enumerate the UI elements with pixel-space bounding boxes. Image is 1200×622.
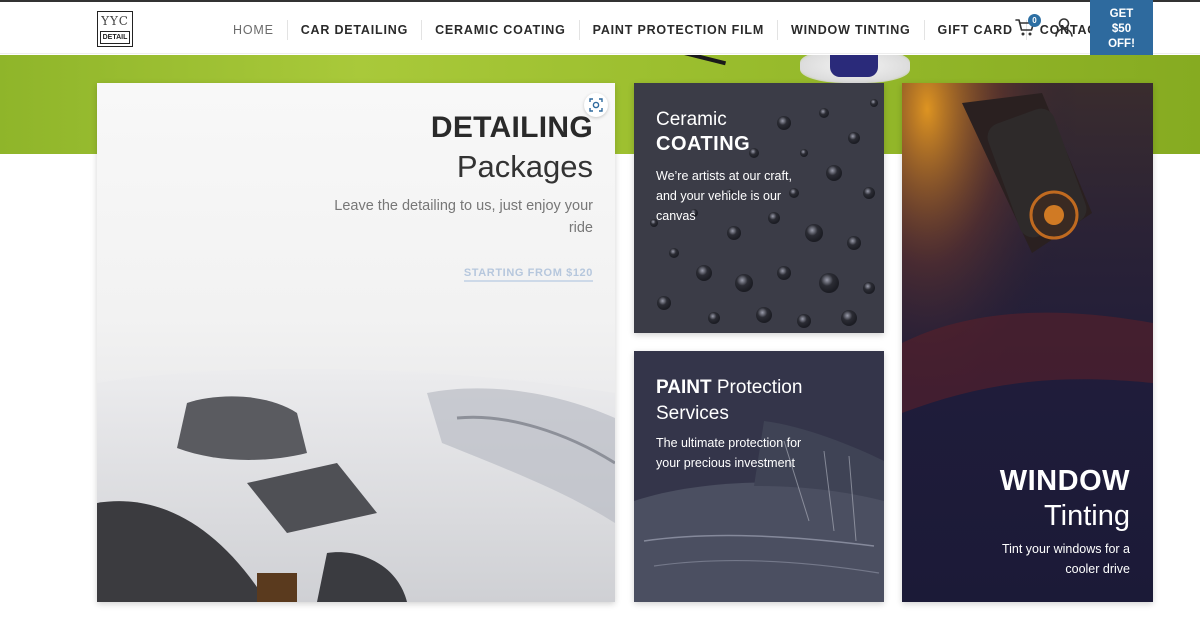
user-icon[interactable]: [1053, 16, 1075, 38]
ceramic-coating-card[interactable]: Ceramic COATING We’re artists at our cra…: [634, 83, 884, 333]
paint-title-line2: Services: [656, 403, 729, 424]
paint-title-light: Protection: [716, 377, 803, 398]
detailing-price-link[interactable]: STARTING FROM $120: [463, 267, 593, 282]
paint-title-line1: PAINT Protection: [656, 377, 802, 399]
cart-count-badge: 0: [1028, 14, 1041, 27]
nav-item-car-detailing[interactable]: CAR DETAILING: [288, 20, 423, 40]
promo-line-1: GET: [1109, 8, 1134, 20]
hero-streak: [433, 55, 727, 66]
detailing-packages-card[interactable]: DETAILING Packages Leave the detailing t…: [97, 83, 615, 602]
detailing-car-image: [97, 369, 615, 602]
ceramic-description: We’re artists at our craft, and your veh…: [656, 169, 792, 223]
detailing-title-light: Packages: [456, 149, 593, 184]
nav-item-window-tinting[interactable]: WINDOW TINTING: [778, 20, 925, 40]
ceramic-title-bold: COATING: [656, 133, 751, 155]
hero-polish-pad: [830, 55, 878, 77]
nav-item-gift-card[interactable]: GIFT CARD: [925, 20, 1027, 40]
promo-line-2: $50: [1111, 23, 1132, 35]
promo-button[interactable]: GET $50 OFF!: [1090, 0, 1153, 62]
window-description: Tint your windows for a cooler drive: [1001, 542, 1130, 576]
ceramic-title-light: Ceramic: [656, 109, 727, 130]
visual-search-icon[interactable]: [584, 93, 608, 117]
promo-line-3: OFF!: [1108, 38, 1135, 50]
site-logo[interactable]: YYC DETAIL: [97, 11, 133, 47]
paint-title-bold: PAINT: [656, 377, 712, 398]
nav-item-paint-protection-film[interactable]: PAINT PROTECTION FILM: [580, 20, 779, 40]
main-nav: HOME CAR DETAILING CERAMIC COATING PAINT…: [220, 4, 1142, 56]
paint-protection-card[interactable]: PAINT Protection Services The ultimate p…: [634, 351, 884, 602]
nav-item-ceramic-coating[interactable]: CERAMIC COATING: [422, 20, 580, 40]
logo-text-bottom: DETAIL: [100, 31, 130, 44]
detailing-description: Leave the detailing to us, just enjoy yo…: [334, 198, 593, 236]
window-title-light: Tinting: [1044, 500, 1130, 532]
window-tinting-card[interactable]: WINDOW Tinting Tint your windows for a c…: [902, 83, 1153, 602]
paint-description: The ultimate protection for your preciou…: [656, 436, 802, 470]
window-title-bold: WINDOW: [999, 465, 1130, 497]
logo-text-top: YYC: [101, 14, 129, 28]
detailing-title-bold: DETAILING: [430, 111, 593, 144]
nav-item-home[interactable]: HOME: [220, 20, 288, 40]
